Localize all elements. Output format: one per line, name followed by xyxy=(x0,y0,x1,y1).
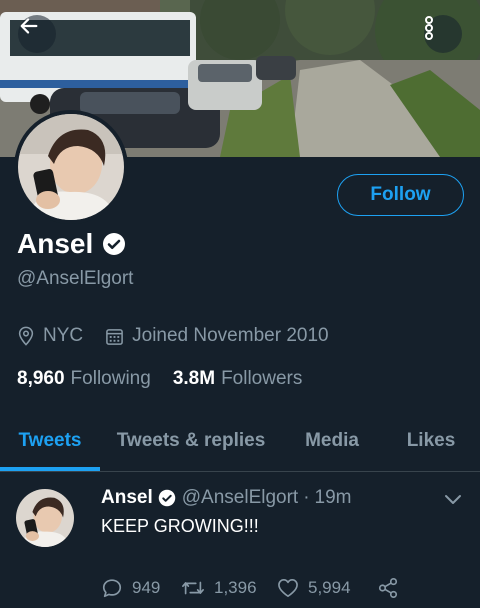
share-button[interactable] xyxy=(377,577,408,599)
following-link[interactable]: 8,960 Following xyxy=(17,368,151,390)
tweet-author-name[interactable]: Ansel xyxy=(101,487,153,509)
tweet-avatar-image xyxy=(16,489,74,547)
share-icon xyxy=(377,577,399,599)
profile-tabs: Tweets Tweets & replies Media Likes xyxy=(0,410,480,472)
followers-count: 3.8M xyxy=(172,368,216,389)
profile-meta: NYC Joined November 2010 xyxy=(17,325,329,347)
profile-avatar[interactable] xyxy=(14,110,128,224)
tab-likes[interactable]: Likes xyxy=(382,410,480,472)
reply-count: 949 xyxy=(132,578,161,597)
verified-badge-icon xyxy=(158,489,176,507)
more-options-button[interactable] xyxy=(424,15,462,53)
reply-button[interactable]: 949 xyxy=(101,577,181,599)
tweet-actions: 949 1,396 5,994 xyxy=(101,577,408,599)
following-count: 8,960 xyxy=(17,368,65,389)
tab-tweets[interactable]: Tweets xyxy=(0,410,100,472)
followers-label: Followers xyxy=(221,368,303,389)
avatar-image xyxy=(18,114,124,220)
profile-stats: 8,960 Following 3.8M Followers xyxy=(17,368,302,390)
back-button[interactable] xyxy=(18,15,56,53)
tweet-avatar[interactable] xyxy=(16,489,74,547)
tab-tweets-and-replies[interactable]: Tweets & replies xyxy=(100,410,282,472)
tweet-separator: · xyxy=(303,487,310,508)
retweet-button[interactable]: 1,396 xyxy=(181,578,277,598)
tweet-timestamp[interactable]: 19m xyxy=(315,487,352,509)
location-pin-icon xyxy=(17,326,35,346)
profile-joined: Joined November 2010 xyxy=(132,325,329,346)
calendar-icon xyxy=(105,327,124,346)
follow-button-label: Follow xyxy=(370,184,431,205)
profile-location: NYC xyxy=(43,325,84,346)
tweet-header: Ansel @AnselElgort · 19m xyxy=(101,487,352,509)
tweet-text: KEEP GROWING!!! xyxy=(101,516,259,536)
active-tab-indicator xyxy=(0,467,100,471)
followers-link[interactable]: 3.8M Followers xyxy=(173,368,303,390)
reply-icon xyxy=(101,577,123,599)
retweet-icon xyxy=(181,578,205,598)
profile-name-text: Ansel xyxy=(17,228,94,259)
retweet-count: 1,396 xyxy=(214,578,257,597)
like-count: 5,994 xyxy=(308,578,351,597)
heart-icon xyxy=(277,578,299,598)
tweet-author-handle[interactable]: @AnselElgort xyxy=(182,487,298,509)
like-button[interactable]: 5,994 xyxy=(277,578,377,598)
tweet[interactable]: Ansel @AnselElgort · 19m KEEP GROWING!!!… xyxy=(0,473,480,608)
verified-badge-icon xyxy=(102,232,126,256)
tab-media[interactable]: Media xyxy=(282,410,382,472)
chevron-down-icon[interactable] xyxy=(444,493,462,511)
profile-handle: @AnselElgort xyxy=(17,268,134,289)
follow-button[interactable]: Follow xyxy=(337,174,464,216)
following-label: Following xyxy=(70,368,151,389)
profile-name: Ansel xyxy=(17,228,126,260)
